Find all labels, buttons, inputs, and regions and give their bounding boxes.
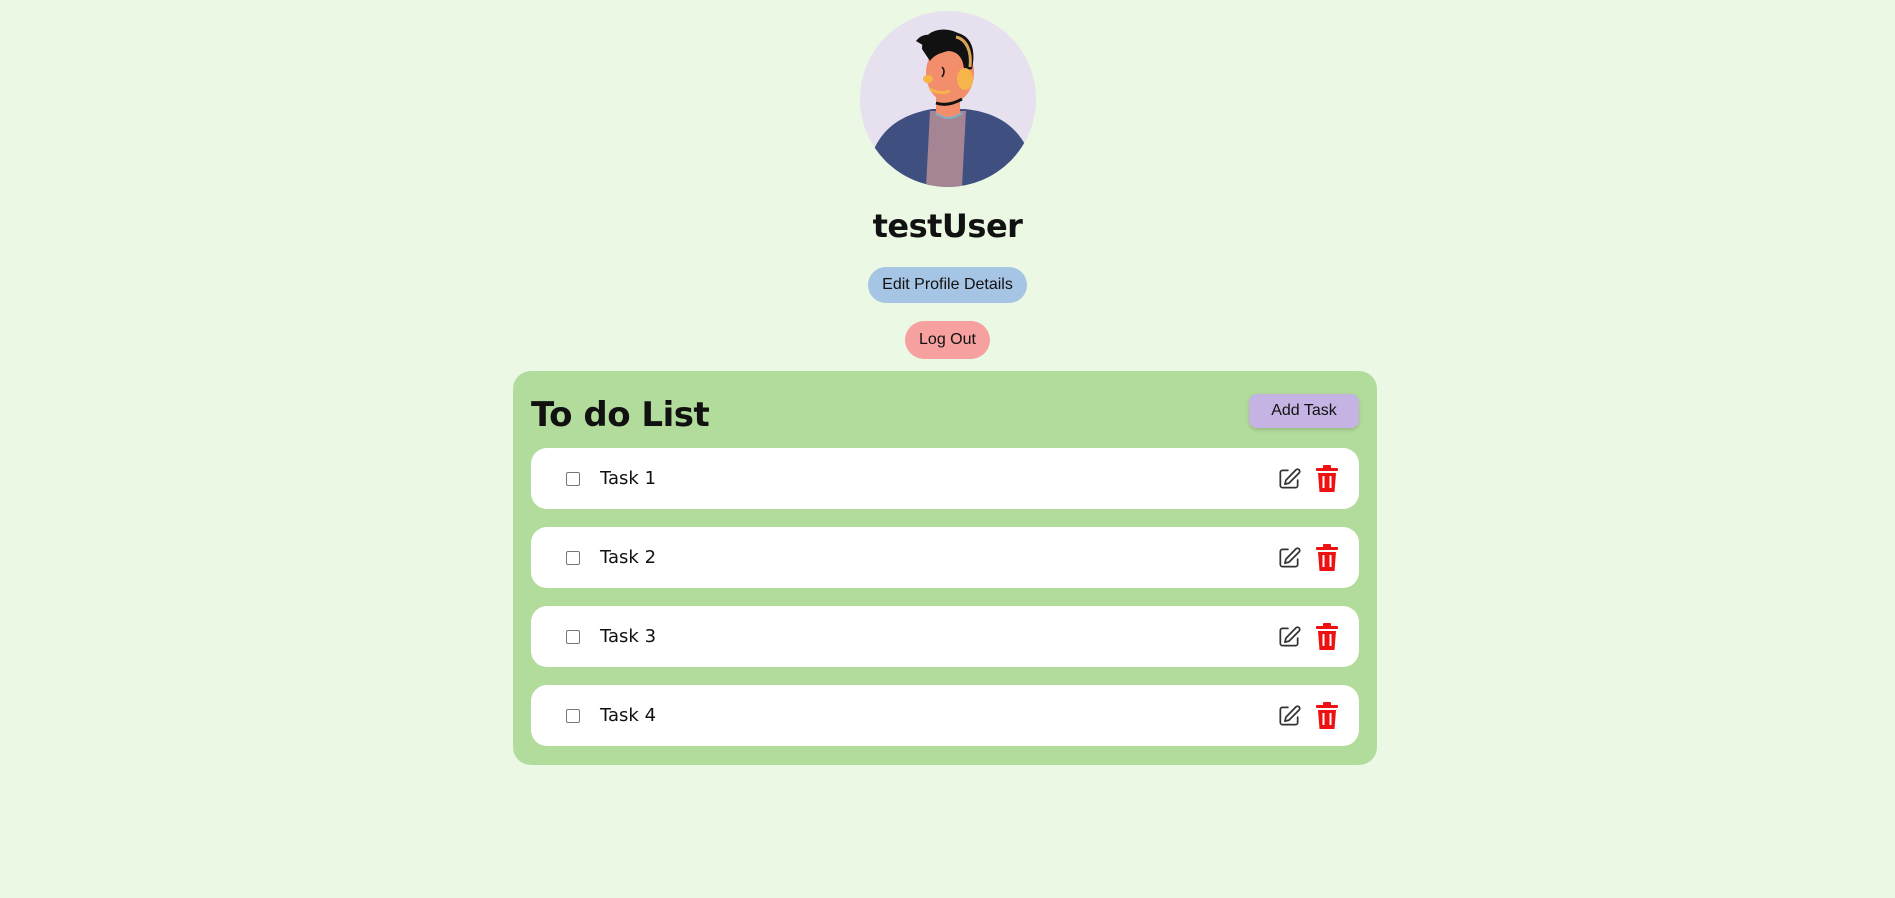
task-row: Task 2 — [531, 527, 1359, 588]
avatar-illustration — [869, 29, 1032, 187]
task-label: Task 3 — [600, 626, 657, 647]
task-checkbox[interactable] — [566, 550, 580, 565]
task-actions — [1276, 701, 1339, 730]
task-checkbox[interactable] — [566, 708, 580, 723]
task-row: Task 4 — [531, 685, 1359, 746]
edit-profile-button[interactable]: Edit Profile Details — [868, 267, 1027, 303]
task-actions — [1276, 622, 1339, 651]
task-checkbox[interactable] — [566, 471, 580, 486]
task-actions — [1276, 543, 1339, 572]
edit-icon[interactable] — [1276, 624, 1302, 650]
task-label: Task 4 — [600, 705, 657, 726]
task-checkbox[interactable] — [566, 629, 580, 644]
trash-icon[interactable] — [1315, 464, 1339, 493]
profile-section: testUser Edit Profile Details Log Out — [0, 0, 1895, 359]
trash-icon[interactable] — [1315, 701, 1339, 730]
task-row: Task 1 — [531, 448, 1359, 509]
edit-icon[interactable] — [1276, 466, 1302, 492]
edit-icon[interactable] — [1276, 703, 1302, 729]
logout-button[interactable]: Log Out — [905, 321, 990, 359]
todo-panel: To do List Add Task Task 1 Task 2 Task 3… — [513, 371, 1377, 765]
edit-icon[interactable] — [1276, 545, 1302, 571]
todo-header: To do List Add Task — [531, 371, 1359, 448]
avatar — [859, 11, 1036, 187]
task-list: Task 1 Task 2 Task 3 Task 4 — [531, 448, 1359, 746]
trash-icon[interactable] — [1315, 543, 1339, 572]
todo-title: To do List — [531, 394, 710, 435]
task-row: Task 3 — [531, 606, 1359, 667]
add-task-button[interactable]: Add Task — [1249, 393, 1359, 428]
trash-icon[interactable] — [1315, 622, 1339, 651]
task-label: Task 2 — [600, 547, 657, 568]
task-label: Task 1 — [600, 468, 657, 489]
username: testUser — [872, 207, 1023, 245]
task-actions — [1276, 464, 1339, 493]
